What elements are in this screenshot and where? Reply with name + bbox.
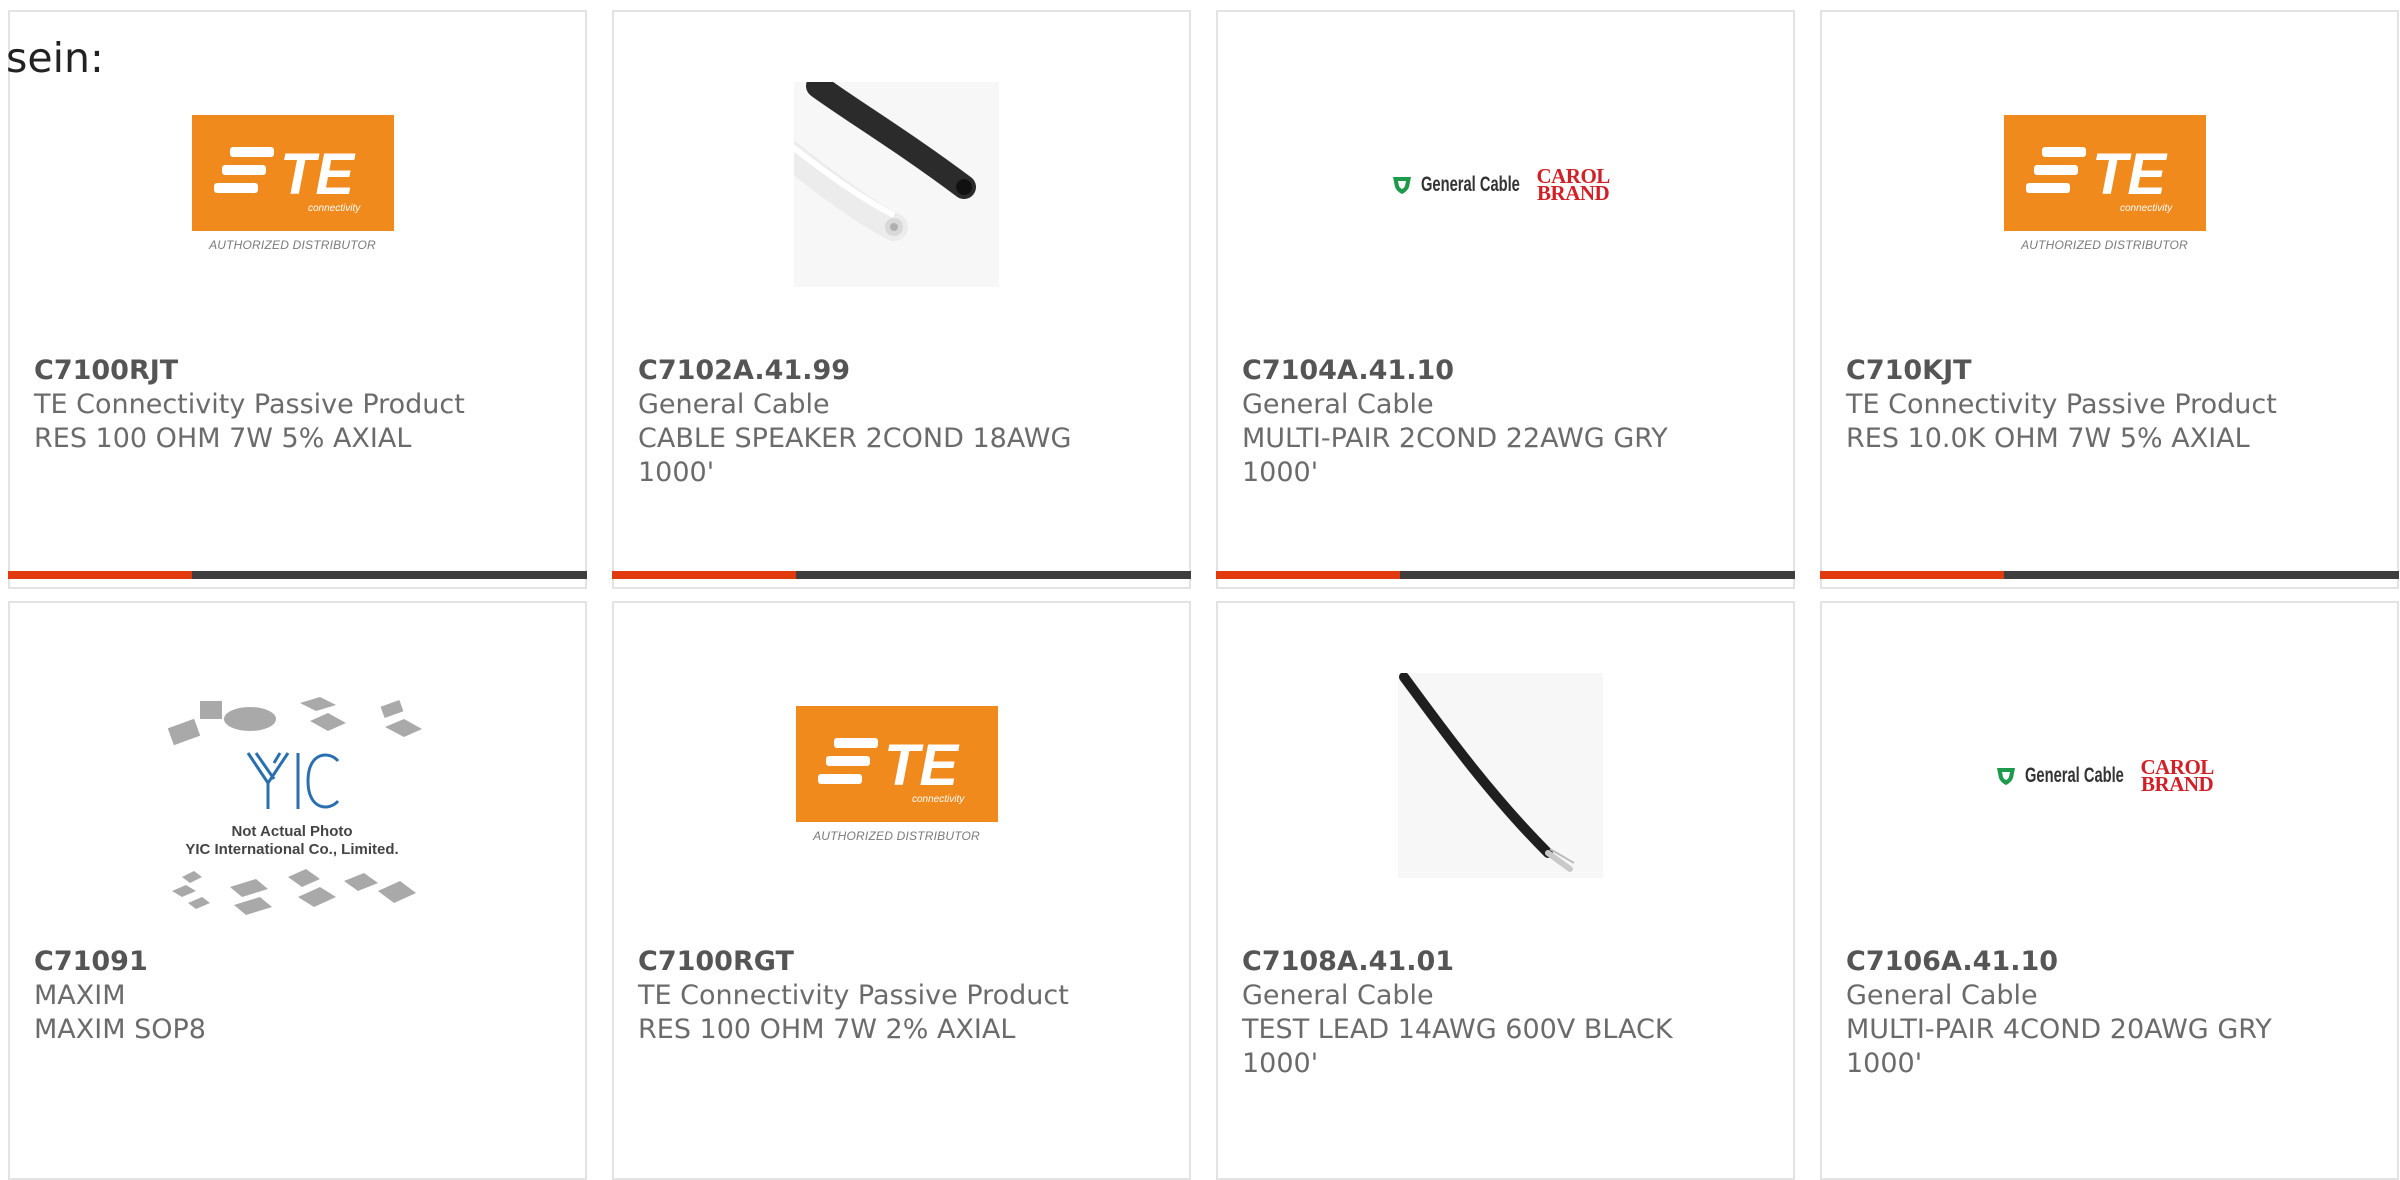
product-image-te-logo[interactable]: TE connectivity AUTHORIZED DISTRIBUTOR — [190, 82, 395, 287]
cable-photo — [794, 82, 999, 287]
product-description: TEST LEAD 14AWG 600V BLACK 1000' — [1242, 1014, 1673, 1079]
te-connectivity-logo: TE connectivity AUTHORIZED DISTRIBUTOR — [795, 705, 998, 846]
product-image-te-logo[interactable]: TE connectivity AUTHORIZED DISTRIBUTOR — [794, 673, 999, 878]
manufacturer: TE Connectivity Passive Product — [638, 980, 1069, 1011]
manufacturer: TE Connectivity Passive Product — [1846, 389, 2277, 420]
part-number[interactable]: C7102A.41.99 — [638, 354, 1078, 388]
card-accent-bar — [612, 571, 1191, 579]
cable-photo — [1398, 673, 1603, 878]
product-image-general-cable-logo[interactable]: General Cable CAROL BRAND — [1997, 673, 2214, 878]
general-cable-logo: General Cable CAROL BRAND — [1995, 756, 2214, 794]
svg-text:TE: TE — [280, 142, 356, 207]
product-description: MAXIM SOP8 — [34, 1014, 206, 1045]
part-number[interactable]: C71091 — [34, 945, 474, 979]
svg-text:connectivity: connectivity — [308, 203, 361, 214]
product-grid: TE connectivity AUTHORIZED DISTRIBUTOR C… — [8, 10, 2400, 1180]
general-cable-logo: General Cable CAROL BRAND — [1391, 165, 1610, 203]
svg-text:YIC International Co., Limited: YIC International Co., Limited. — [185, 841, 398, 858]
manufacturer: General Cable — [1242, 389, 1434, 420]
product-description: MULTI-PAIR 4COND 20AWG GRY 1000' — [1846, 1014, 2272, 1079]
product-card[interactable]: TE connectivity AUTHORIZED DISTRIBUTOR C… — [1820, 10, 2399, 589]
yic-placeholder-image: Not Actual Photo YIC International Co., … — [167, 697, 422, 915]
part-number[interactable]: C7104A.41.10 — [1242, 354, 1682, 388]
product-description: CABLE SPEAKER 2COND 18AWG 1000' — [638, 423, 1072, 488]
intro-text: sein: — [6, 34, 104, 82]
product-image-te-logo[interactable]: TE connectivity AUTHORIZED DISTRIBUTOR — [2002, 82, 2207, 287]
product-description: MULTI-PAIR 2COND 22AWG GRY 1000' — [1242, 423, 1668, 488]
product-card[interactable]: General Cable CAROL BRAND C7106A.41.10 G… — [1820, 601, 2399, 1180]
product-card[interactable]: TE connectivity AUTHORIZED DISTRIBUTOR C… — [8, 10, 587, 589]
product-description: RES 100 OHM 7W 5% AXIAL — [34, 423, 412, 454]
te-connectivity-logo: TE connectivity AUTHORIZED DISTRIBUTOR — [191, 114, 394, 255]
card-accent-bar — [1216, 571, 1795, 579]
manufacturer: MAXIM — [34, 980, 126, 1011]
product-description: RES 100 OHM 7W 2% AXIAL — [638, 1014, 1016, 1045]
product-image-cable[interactable] — [1398, 673, 1603, 878]
svg-text:connectivity: connectivity — [912, 794, 965, 805]
part-number[interactable]: C710KJT — [1846, 354, 2286, 388]
manufacturer: General Cable — [1846, 980, 2038, 1011]
manufacturer: General Cable — [638, 389, 830, 420]
svg-text:TE: TE — [884, 733, 960, 798]
part-number[interactable]: C7106A.41.10 — [1846, 945, 2286, 979]
manufacturer: General Cable — [1242, 980, 1434, 1011]
part-number[interactable]: C7100RGT — [638, 945, 1078, 979]
part-number[interactable]: C7108A.41.01 — [1242, 945, 1682, 979]
manufacturer: TE Connectivity Passive Product — [34, 389, 465, 420]
svg-text:Not Actual Photo: Not Actual Photo — [231, 823, 352, 840]
part-number[interactable]: C7100RJT — [34, 354, 474, 388]
product-card[interactable]: General Cable CAROL BRAND C7104A.41.10 G… — [1216, 10, 1795, 589]
card-accent-bar — [1820, 571, 2399, 579]
product-card[interactable]: C7102A.41.99 General Cable CABLE SPEAKER… — [612, 10, 1191, 589]
product-card[interactable]: C7108A.41.01 General Cable TEST LEAD 14A… — [1216, 601, 1795, 1180]
product-image-yic-placeholder[interactable]: Not Actual Photo YIC International Co., … — [160, 691, 425, 931]
product-description: RES 10.0K OHM 7W 5% AXIAL — [1846, 423, 2250, 454]
te-connectivity-logo: TE connectivity AUTHORIZED DISTRIBUTOR — [2003, 114, 2206, 255]
product-card[interactable]: TE connectivity AUTHORIZED DISTRIBUTOR C… — [612, 601, 1191, 1180]
product-image-general-cable-logo[interactable]: General Cable CAROL BRAND — [1393, 82, 1610, 287]
svg-text:connectivity: connectivity — [2120, 203, 2173, 214]
card-accent-bar — [8, 571, 587, 579]
svg-text:TE: TE — [2092, 142, 2168, 207]
product-image-cable[interactable] — [794, 82, 999, 287]
product-card[interactable]: Not Actual Photo YIC International Co., … — [8, 601, 587, 1180]
